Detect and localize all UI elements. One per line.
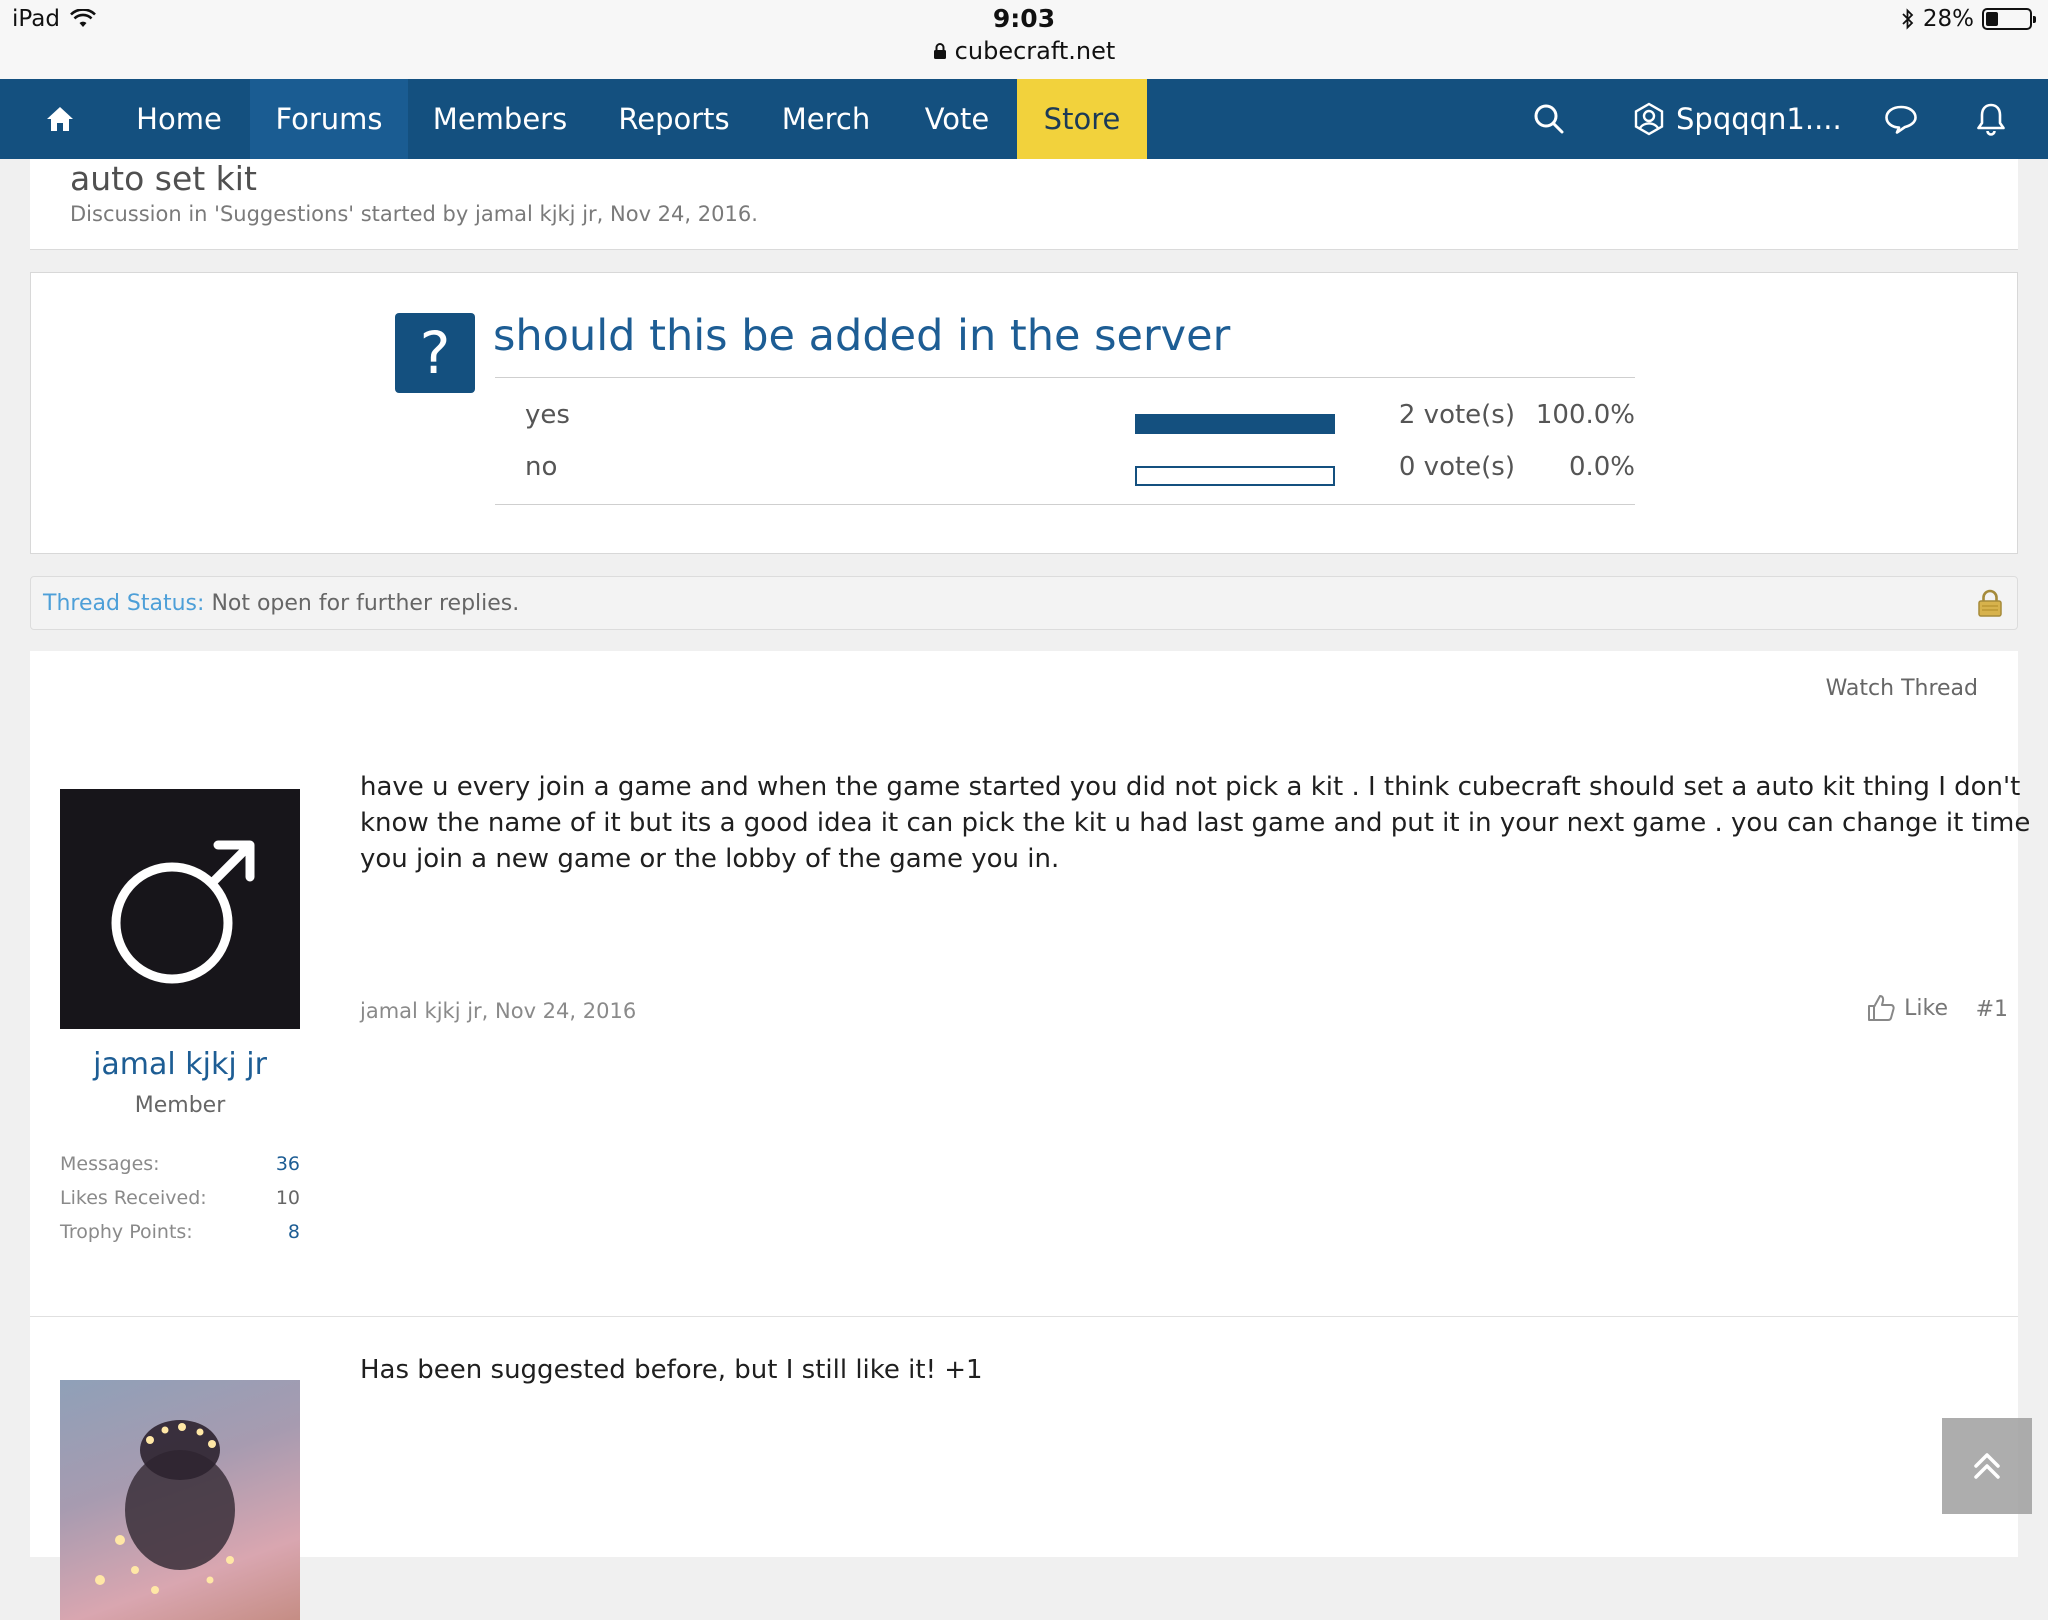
poll-option-percent: 100.0% (1535, 400, 1635, 430)
user-stat-messages: Messages: 36 (60, 1153, 300, 1175)
search-button[interactable] (1524, 79, 1574, 159)
nav-vote[interactable]: Vote (910, 79, 1004, 159)
post: Watch Thread jamal kjkj jr Member Messag… (30, 651, 2030, 1317)
poll-option-row: no 0 vote(s) 0.0% (495, 440, 1635, 492)
poll-option-percent: 0.0% (1568, 452, 1635, 482)
ios-status-bar: iPad 9:03 cubecraft.net 28% (0, 0, 2048, 79)
bluetooth-icon (1902, 8, 1914, 30)
avatar[interactable] (60, 1380, 300, 1620)
nav-reports[interactable]: Reports (604, 79, 744, 159)
post-author-name[interactable]: jamal kjkj jr (60, 1047, 300, 1082)
thread-status: Thread Status: Not open for further repl… (30, 576, 2018, 630)
thread-title: auto set kit (70, 159, 257, 198)
avatar[interactable] (60, 789, 300, 1029)
like-button[interactable]: Like (1866, 993, 1948, 1023)
nav-home[interactable]: Home (118, 79, 240, 159)
clock: 9:03 (992, 4, 1056, 33)
home-icon-button[interactable] (30, 79, 90, 159)
conversations-button[interactable] (1878, 79, 1924, 159)
thread-status-text: Not open for further replies. (211, 591, 520, 616)
stat-label: Likes Received: (60, 1187, 207, 1209)
username: Spqqqn1.... (1676, 102, 1842, 136)
nav-forums[interactable]: Forums (250, 79, 408, 159)
poll-option-bar (1135, 414, 1335, 434)
poll-option-bar (1135, 466, 1335, 486)
post-number[interactable]: #1 (1976, 997, 2008, 1022)
scroll-to-top-button[interactable] (1942, 1418, 2032, 1514)
battery-icon (1982, 8, 2036, 30)
post-meta[interactable]: jamal kjkj jr, Nov 24, 2016 (360, 999, 636, 1023)
main-nav: Home Forums Members Reports Merch Vote S… (0, 79, 2048, 159)
stat-value[interactable]: 8 (288, 1221, 300, 1243)
home-icon (47, 107, 73, 131)
poll-block: ? should this be added in the server yes… (30, 272, 2018, 554)
battery-fill (1986, 12, 1998, 26)
thread-header: auto set kit Discussion in 'Suggestions'… (30, 159, 2018, 250)
battery-percent: 28% (1922, 6, 1974, 32)
search-icon (1534, 104, 1564, 134)
user-menu[interactable]: Spqqqn1.... (1632, 79, 1842, 159)
thread-status-line: Thread Status: Not open for further repl… (43, 591, 519, 616)
double-chevron-up-icon (1974, 1453, 2000, 1479)
poll-option-votes: 0 vote(s) (1398, 452, 1515, 482)
poll-option-row: yes 2 vote(s) 100.0% (495, 388, 1635, 440)
nav-merch[interactable]: Merch (770, 79, 882, 159)
poll-question: should this be added in the server (493, 311, 1231, 361)
user-title: Member (134, 1093, 226, 1118)
thread-meta: Discussion in 'Suggestions' started by j… (70, 202, 758, 226)
like-label: Like (1904, 995, 1948, 1021)
url-text: cubecraft.net (954, 37, 1116, 65)
stat-value[interactable]: 36 (276, 1153, 300, 1175)
nav-store[interactable]: Store (1017, 79, 1147, 159)
poll-results: yes 2 vote(s) 100.0% no 0 vote(s) 0.0% (495, 377, 1635, 505)
url-bar[interactable]: cubecraft.net (0, 37, 2048, 65)
post: Has been suggested before, but I still l… (30, 1317, 2018, 1620)
alerts-button[interactable] (1968, 79, 2014, 159)
stat-label: Messages: (60, 1153, 160, 1175)
male-symbol-icon (111, 840, 255, 984)
avatar-photo (95, 1420, 235, 1594)
bell-icon (1977, 103, 2005, 136)
poll-bar-fill (1137, 416, 1333, 432)
poll-option-label: no (525, 452, 558, 482)
padlock-icon (1977, 589, 2003, 621)
thumbs-up-icon (1868, 995, 1895, 1021)
user-stat-likes: Likes Received: 10 (60, 1187, 300, 1209)
poll-option-label: yes (525, 400, 570, 430)
post-message: have u every join a game and when the ga… (360, 772, 2031, 874)
status-center: 9:03 cubecraft.net (0, 4, 2048, 65)
question-mark-icon: ? (395, 313, 475, 393)
user-avatar-icon (1634, 102, 1664, 136)
user-stat-trophy: Trophy Points: 8 (60, 1221, 300, 1243)
watch-thread-link[interactable]: Watch Thread (1826, 676, 1978, 701)
stat-value: 10 (275, 1187, 300, 1209)
status-right: 28% (1901, 6, 2036, 32)
poll-option-votes: 2 vote(s) (1398, 400, 1515, 430)
post-message: Has been suggested before, but I still l… (360, 1355, 983, 1385)
lock-icon (933, 43, 946, 59)
nav-members[interactable]: Members (420, 79, 580, 159)
chat-bubble-icon (1885, 105, 1917, 134)
stat-label: Trophy Points: (60, 1221, 193, 1243)
thread-status-label: Thread Status: (43, 591, 205, 616)
